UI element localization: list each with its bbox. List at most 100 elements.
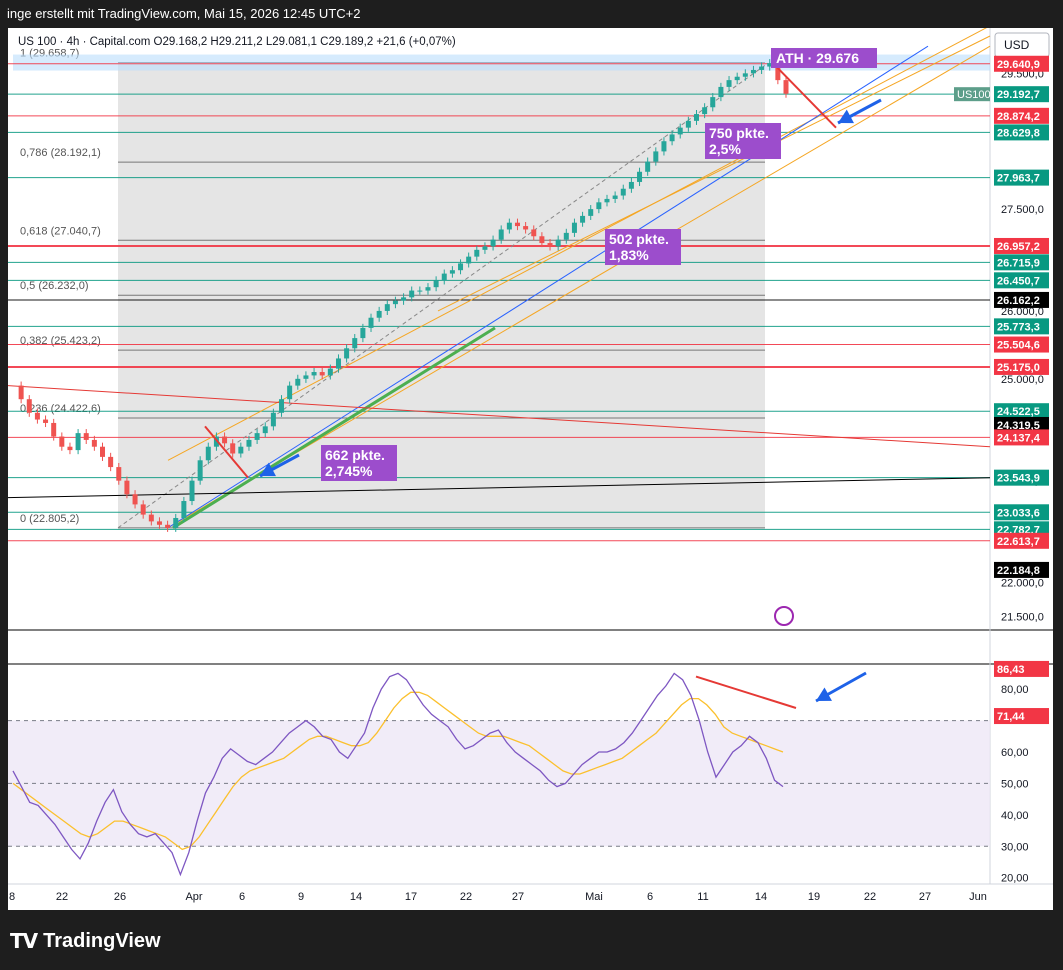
candle-body: [327, 368, 333, 376]
candle-body: [596, 202, 602, 210]
price-level-label: 25.175,0: [997, 362, 1040, 374]
candle-body: [620, 188, 626, 196]
candle-body: [742, 73, 748, 77]
fib-level-label: 0 (22.805,2): [20, 513, 79, 525]
candle-body: [677, 127, 683, 135]
candle-body: [295, 378, 301, 386]
x-tick-label: 22: [56, 891, 68, 903]
candle-body: [368, 317, 374, 328]
price-level-label: 28.629,8: [997, 127, 1040, 139]
candle-body: [661, 141, 667, 152]
candle-body: [156, 521, 162, 525]
candle-body: [449, 270, 455, 274]
x-tick-label: Mai: [585, 891, 603, 903]
candle-body: [604, 198, 610, 203]
candle-body: [401, 297, 407, 301]
candle-body: [230, 443, 236, 454]
rsi-tick-label: 80,00: [1001, 684, 1029, 696]
candle-body: [523, 226, 529, 230]
x-tick-label: 8: [9, 891, 15, 903]
chart-header: inge erstellt mit TradingView.com, Mai 1…: [0, 0, 1063, 28]
price-level-label: 29.192,7: [997, 89, 1040, 101]
fib-level-label: 0,618 (27.040,7): [20, 225, 101, 237]
tradingview-footer: TV TradingView: [10, 928, 161, 954]
candle-body: [718, 86, 724, 98]
candle-body: [75, 433, 81, 451]
candle-body: [279, 399, 285, 413]
candle-body: [148, 514, 154, 522]
price-level-label: 24.522,5: [997, 406, 1040, 418]
tradingview-brand: TradingView: [43, 929, 161, 952]
candle-body: [311, 372, 317, 376]
candle-body: [352, 338, 358, 349]
candle-body: [116, 467, 122, 481]
candle-body: [693, 114, 699, 121]
rsi-tick-label: 20,00: [1001, 873, 1029, 885]
candle-body: [498, 229, 504, 240]
candle-body: [750, 69, 756, 74]
candle-body: [392, 300, 398, 305]
x-tick-label: 27: [919, 891, 931, 903]
chart-canvas[interactable]: 1 (29.658,7)0,786 (28.192,1)0,618 (27.04…: [8, 28, 1053, 910]
price-level-label: 24.137,4: [997, 432, 1041, 444]
candle-body: [466, 256, 472, 264]
price-level-label: 26.162,2: [997, 295, 1040, 307]
price-level-label: 26.715,9: [997, 257, 1040, 269]
pkte-662-annotation-line1: 662 pkte.: [325, 447, 385, 463]
candle-body: [262, 426, 268, 434]
candle-body: [319, 372, 325, 376]
x-tick-label: 14: [350, 891, 362, 903]
candle-body: [425, 287, 431, 291]
candle-body: [669, 134, 675, 142]
candle-body: [482, 246, 488, 250]
symbol-tag-label: US100: [957, 89, 991, 101]
candle-body: [783, 80, 789, 94]
price-level-label: 28.874,2: [997, 111, 1040, 123]
candle-body: [108, 456, 114, 468]
candle-body: [539, 236, 545, 244]
rsi-tick-label: 50,00: [1001, 778, 1029, 790]
candle-body: [344, 348, 350, 359]
x-tick-label: 6: [647, 891, 653, 903]
x-tick-label: 17: [405, 891, 417, 903]
candle-body: [124, 480, 130, 495]
candle-body: [571, 222, 577, 233]
symbol-ohlc-legend: US 100 · 4h · Capital.com O29.168,2 H29.…: [18, 36, 456, 48]
x-tick-label: 9: [298, 891, 304, 903]
candle-body: [580, 215, 586, 223]
candle-body: [59, 436, 65, 447]
candle-body: [181, 501, 187, 518]
candle-body: [360, 327, 366, 339]
fib-level-label: 0,786 (28.192,1): [20, 147, 101, 159]
candle-body: [490, 239, 496, 247]
candle-body: [173, 517, 179, 528]
price-level-label: 23.033,6: [997, 507, 1040, 519]
chart-attribution: inge erstellt mit TradingView.com, Mai 1…: [7, 6, 361, 21]
fib-level-label: 0,236 (24.422,6): [20, 403, 101, 415]
currency-label: USD: [1004, 38, 1030, 52]
x-tick-label: 22: [864, 891, 876, 903]
candle-body: [685, 120, 691, 128]
price-level-label: 22.184,8: [997, 565, 1040, 577]
rsi-value-label: 86,43: [997, 664, 1025, 676]
candle-body: [531, 229, 537, 237]
x-tick-label: Apr: [185, 891, 202, 903]
candle-body: [734, 76, 740, 81]
candle-body: [222, 436, 228, 444]
price-level-label: 25.504,6: [997, 340, 1040, 352]
candle-body: [514, 222, 520, 227]
candle-body: [612, 195, 618, 199]
tradingview-logo-icon: TV: [10, 929, 38, 953]
price-level-label: 25.773,3: [997, 321, 1040, 333]
candle-body: [710, 97, 716, 108]
candle-body: [417, 290, 423, 292]
candle-body: [555, 239, 561, 247]
candle-body: [409, 290, 415, 298]
chart-frame: 1 (29.658,7) 0,786 (28.192,1) 0,618 (27.04…: [8, 28, 1053, 910]
candle-body: [433, 280, 439, 288]
price-level-label: 26.450,7: [997, 275, 1040, 287]
pkte-750-annotation-line2: 2,5%: [709, 141, 741, 157]
pkte-662-annotation-line2: 2,745%: [325, 463, 373, 479]
candle-body: [384, 304, 390, 311]
candle-body: [254, 433, 260, 440]
